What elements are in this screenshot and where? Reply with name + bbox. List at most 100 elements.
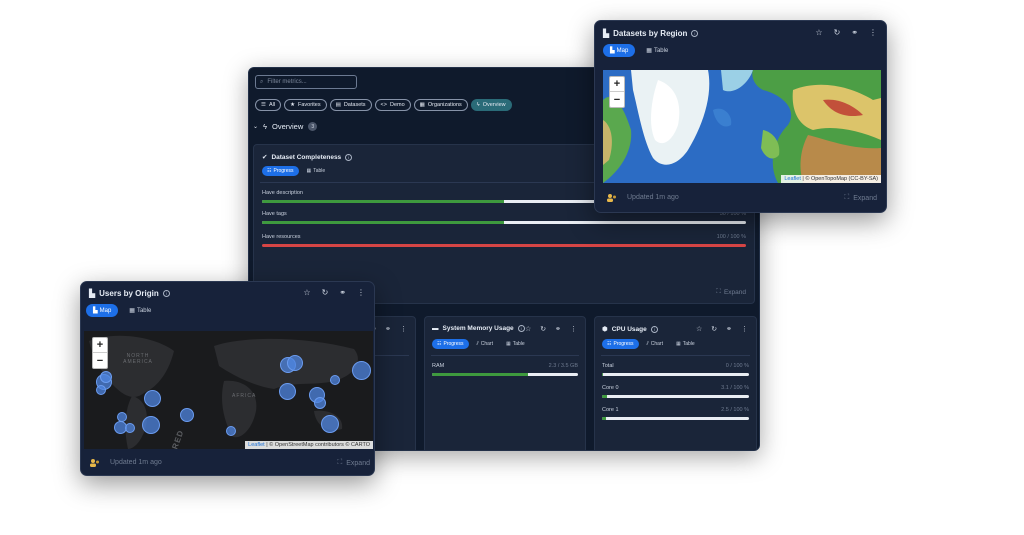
zoom-out-button[interactable]: − bbox=[93, 353, 107, 368]
tab-chart[interactable]: ⫽ Chart bbox=[642, 339, 668, 349]
info-icon[interactable]: i bbox=[691, 30, 699, 37]
chart-icon: ⫽ bbox=[476, 341, 479, 347]
bubble-marker[interactable] bbox=[330, 375, 340, 385]
map-label: NORTH AMERICA bbox=[123, 353, 153, 365]
more-icon[interactable]: ⋮ bbox=[570, 325, 577, 333]
expand-button[interactable]: ⛶ Expand bbox=[337, 459, 370, 467]
table-icon: ▦ bbox=[505, 341, 511, 347]
tab-progress[interactable]: ☷ Progress bbox=[432, 339, 469, 349]
info-icon[interactable]: i bbox=[517, 325, 525, 332]
more-icon[interactable]: ⋮ bbox=[357, 288, 365, 297]
tab-table[interactable]: ▦ Table bbox=[639, 44, 675, 57]
link-icon[interactable]: ⚭ bbox=[385, 325, 391, 333]
tab-map[interactable]: ▙ Map bbox=[603, 44, 636, 57]
bubble-marker[interactable] bbox=[144, 390, 161, 407]
expand-button[interactable]: ⛶ Expand bbox=[716, 288, 746, 296]
refresh-icon[interactable]: ↻ bbox=[711, 325, 717, 333]
progress-fill bbox=[262, 221, 504, 224]
expand-icon: ⛶ bbox=[716, 288, 721, 295]
bubble-marker[interactable] bbox=[180, 408, 194, 422]
info-icon[interactable]: i bbox=[162, 290, 170, 297]
zoom-in-button[interactable]: + bbox=[93, 338, 107, 353]
more-icon[interactable]: ⋮ bbox=[741, 325, 748, 333]
progress-row: RAM 2.3 / 3.5 GB bbox=[432, 363, 578, 376]
star-icon[interactable]: ☆ bbox=[696, 325, 702, 333]
tab-table[interactable]: ▦ Table bbox=[122, 304, 158, 317]
zoom-in-button[interactable]: + bbox=[610, 77, 624, 92]
tab-table[interactable]: ▦ Table bbox=[671, 339, 700, 349]
leaflet-link[interactable]: Leaflet bbox=[784, 176, 801, 182]
bubble-marker[interactable] bbox=[279, 383, 296, 400]
leaflet-link[interactable]: Leaflet bbox=[248, 442, 265, 448]
view-tabs: ▙ Map ▦ Table bbox=[603, 44, 675, 57]
chip-favorites[interactable]: ★ Favorites bbox=[284, 99, 327, 111]
card-title: ⬢ CPU Usage i bbox=[602, 325, 658, 333]
tab-map[interactable]: ▙ Map bbox=[86, 304, 119, 317]
link-icon[interactable]: ⚭ bbox=[339, 288, 346, 297]
filter-placeholder: Filter metrics... bbox=[267, 79, 307, 85]
list-icon: ☷ bbox=[437, 341, 442, 347]
cpu-icon: ⬢ bbox=[602, 326, 608, 333]
info-icon[interactable]: i bbox=[345, 153, 353, 161]
refresh-icon[interactable]: ↻ bbox=[322, 288, 329, 297]
bubble-marker[interactable] bbox=[96, 385, 106, 395]
table-icon: ▦ bbox=[675, 341, 681, 347]
section-count-badge: 3 bbox=[308, 122, 318, 131]
chip-datasets[interactable]: ▤ Datasets bbox=[329, 99, 372, 111]
zoom-control: + − bbox=[609, 76, 625, 108]
link-icon[interactable]: ⚭ bbox=[726, 325, 732, 333]
chart-icon: ⫽ bbox=[646, 341, 649, 347]
bubble-marker[interactable] bbox=[125, 423, 135, 433]
table-icon: ▦ bbox=[646, 48, 652, 54]
map-label: AFRICA bbox=[232, 393, 257, 399]
view-tabs: ☷ Progress ⫽ Chart ▦ Table bbox=[602, 339, 700, 349]
chip-overview[interactable]: ϟ Overview bbox=[470, 99, 512, 111]
memory-icon: ▬ bbox=[432, 325, 439, 332]
cpu-usage-card: ⬢ CPU Usage i ☆ ↻ ⚭ ⋮ ☷ Progress ⫽ Chart ▦… bbox=[594, 316, 757, 450]
datasets-by-region-widget: ▙ Datasets by Region i ☆ ↻ ⚭ ⋮ ▙ Map ▦ Tab… bbox=[594, 20, 887, 213]
users-by-origin-widget: ▙ Users by Origin i ☆ ↻ ⚭ ⋮ ▙ Map ▦ Table … bbox=[80, 281, 375, 476]
category-chips: ☰ All ★ Favorites ▤ Datasets <> Demo ▦ Organi… bbox=[255, 99, 512, 111]
tab-progress[interactable]: ☷ Progress bbox=[602, 339, 639, 349]
refresh-icon[interactable]: ↻ bbox=[834, 28, 841, 37]
bubble-marker[interactable] bbox=[321, 415, 339, 433]
topographic-map[interactable]: + − Leaflet | © OpenTopoMap (CC-BY-SA) bbox=[603, 70, 881, 183]
progress-row: Total 0 / 100 % bbox=[602, 363, 749, 376]
bubble-marker[interactable] bbox=[352, 361, 371, 380]
chip-demo[interactable]: <> Demo bbox=[374, 99, 411, 111]
info-icon[interactable]: i bbox=[650, 325, 658, 333]
star-icon[interactable]: ☆ bbox=[525, 325, 531, 333]
tab-progress[interactable]: ☷ Progress bbox=[262, 166, 299, 176]
table-icon: ▦ bbox=[129, 308, 135, 314]
divider bbox=[601, 355, 750, 356]
bubble-marker[interactable] bbox=[226, 426, 236, 436]
expand-button[interactable]: ⛶ Expand bbox=[844, 194, 877, 202]
bubble-marker[interactable] bbox=[100, 371, 112, 383]
section-title: Overview bbox=[272, 122, 304, 131]
bubble-marker[interactable] bbox=[314, 397, 326, 409]
chip-all[interactable]: ☰ All bbox=[255, 99, 282, 111]
check-circle-icon: ✔ bbox=[262, 154, 268, 161]
link-icon[interactable]: ⚭ bbox=[851, 28, 858, 37]
link-icon[interactable]: ⚭ bbox=[555, 325, 561, 333]
bubble-marker[interactable] bbox=[142, 416, 160, 434]
topo-map-graphic bbox=[603, 70, 881, 183]
tab-chart[interactable]: ⫽ Chart bbox=[472, 339, 498, 349]
widget-title: ▙ Users by Origin i bbox=[89, 289, 170, 298]
chip-organizations[interactable]: ▦ Organizations bbox=[413, 99, 468, 111]
star-icon[interactable]: ☆ bbox=[303, 288, 310, 297]
tab-table[interactable]: ▦ Table bbox=[501, 339, 530, 349]
more-icon[interactable]: ⋮ bbox=[869, 28, 877, 37]
filter-metrics-input[interactable]: ⌕ Filter metrics... bbox=[255, 75, 357, 89]
bubble-marker[interactable] bbox=[287, 355, 303, 371]
refresh-icon[interactable]: ↻ bbox=[540, 325, 546, 333]
tab-table[interactable]: ▦ Table bbox=[302, 166, 331, 176]
zoom-out-button[interactable]: − bbox=[610, 92, 624, 107]
star-icon[interactable]: ☆ bbox=[815, 28, 822, 37]
world-bubble-map[interactable]: NORTH AMERICA AFRICA RED + − Leaflet | ©… bbox=[84, 331, 373, 449]
list-icon: ☷ bbox=[267, 168, 272, 174]
more-icon[interactable]: ⋮ bbox=[400, 325, 407, 333]
system-memory-card: ▬ System Memory Usage i ☆ ↻ ⚭ ⋮ ☷ Progres… bbox=[424, 316, 586, 450]
widget-footer: Updated 1m ago bbox=[606, 193, 679, 202]
overview-section-header[interactable]: ⌄ ϟ Overview 3 bbox=[253, 122, 318, 131]
